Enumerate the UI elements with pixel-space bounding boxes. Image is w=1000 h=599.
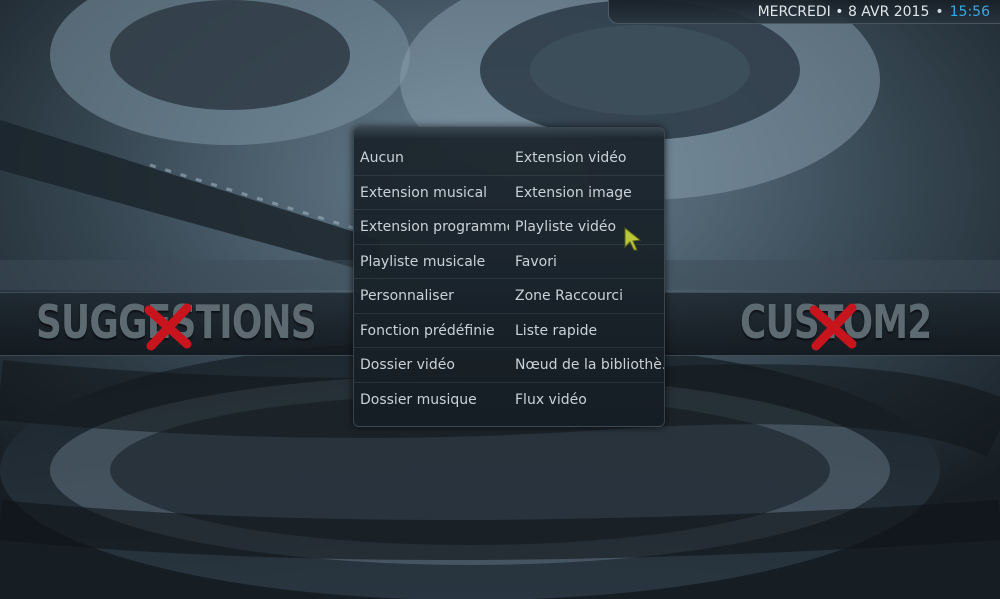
remove-x-icon [144, 303, 192, 351]
remove-x-icon [809, 303, 857, 351]
menu-item[interactable]: Liste rapide [509, 314, 664, 348]
menu-item[interactable]: Flux vidéo [509, 383, 664, 417]
menu-divider [354, 347, 664, 348]
separator: • [935, 3, 944, 20]
menu-item[interactable]: Fonction prédéfinie [354, 314, 509, 348]
menu-item[interactable]: Personnaliser [354, 279, 509, 313]
shortcut-type-menu: Aucun Extension musical Extension programm… [353, 127, 665, 427]
menu-item[interactable]: Playliste musicale [354, 245, 509, 279]
menu-divider [354, 382, 664, 383]
menu-top-edge [353, 127, 665, 139]
menu-item[interactable]: Extension vidéo [509, 141, 664, 175]
menu-divider [354, 244, 664, 245]
menu-item[interactable]: Zone Raccourci [509, 279, 664, 313]
menu-item[interactable]: Extension programme [354, 210, 509, 244]
menu-item[interactable]: Nœud de la bibliothè... [509, 348, 664, 382]
menu-item[interactable]: Dossier musique [354, 383, 509, 417]
menu-item[interactable]: Aucun [354, 141, 509, 175]
menu-divider [354, 175, 664, 176]
menu-item[interactable]: Extension musical [354, 176, 509, 210]
status-bar: MERCREDI • 8 AVR 2015 • 15:56 [608, 0, 1000, 24]
menu-divider [354, 209, 664, 210]
menu-divider [354, 278, 664, 279]
menu-divider [354, 313, 664, 314]
menu-item[interactable]: Dossier vidéo [354, 348, 509, 382]
mouse-pointer-icon [624, 227, 642, 251]
date-text: MERCREDI • 8 AVR 2015 [757, 3, 930, 20]
clock-time: 15:56 [949, 3, 990, 20]
menu-item[interactable]: Extension image [509, 176, 664, 210]
